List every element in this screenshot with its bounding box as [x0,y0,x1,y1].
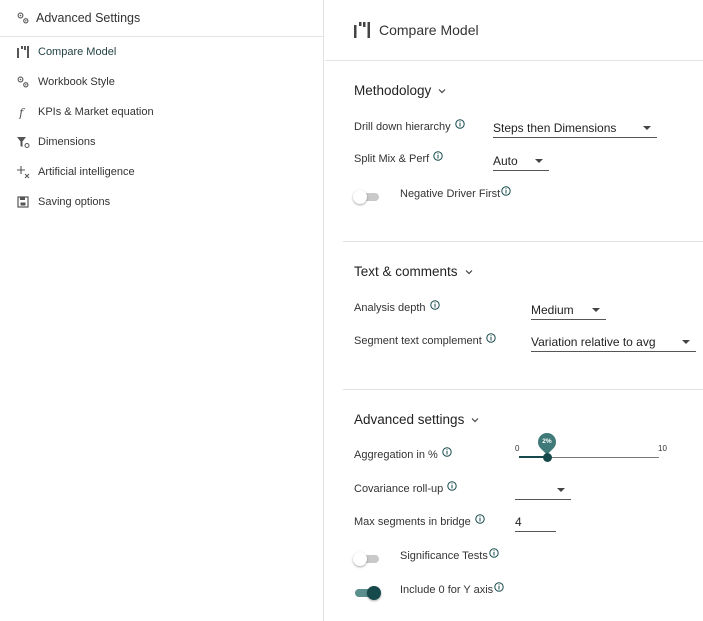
significance-toggle[interactable] [353,551,381,566]
sidebar: Advanced Settings Compare Model Workbook… [0,0,324,621]
sidebar-item-label: Artificial intelligence [38,166,135,178]
significance-label: Significance Tests [400,550,488,562]
main-header: Compare Model [325,0,703,61]
info-icon[interactable] [433,151,443,161]
negative-driver-toggle[interactable] [353,189,381,204]
advanced-section-toggle[interactable]: Advanced settings [354,412,480,427]
info-icon[interactable] [454,119,465,129]
aggregation-label: Aggregation in % [354,449,438,461]
segment-text-label: Segment text complement [354,335,482,347]
dropdown-arrow-icon [682,340,690,344]
analysis-depth-label: Analysis depth [354,302,426,314]
segment-text-row: Segment text complement [354,333,496,347]
split-mix-select[interactable]: Auto [493,152,549,171]
negative-driver-row: Negative Driver First [400,186,511,200]
sidebar-item-workbook-style[interactable]: Workbook Style [0,67,323,97]
info-icon[interactable] [442,447,452,457]
max-segments-label: Max segments in bridge [354,516,471,528]
section-title: Text & comments [354,264,458,279]
sidebar-item-kpis[interactable]: f KPIs & Market equation [0,97,323,127]
sidebar-title: Advanced Settings [36,11,141,25]
slider-thumb[interactable] [542,453,552,462]
analysis-depth-row: Analysis depth [354,300,440,314]
chevron-down-icon [465,269,472,274]
slider-max-label: 10 [658,444,667,453]
compare-model-icon [354,22,370,38]
ai-sparkle-icon [16,165,30,179]
slider-value-label: 2% [542,438,552,445]
section-divider [343,389,703,390]
dropdown-arrow-icon [535,159,543,163]
covariance-select[interactable] [515,481,571,500]
sidebar-item-saving-options[interactable]: Saving options [0,187,323,217]
section-divider [343,241,703,242]
info-icon[interactable] [475,514,485,524]
split-mix-value: Auto [493,154,518,168]
toggle-knob [353,190,367,204]
drill-down-value: Steps then Dimensions [493,121,617,135]
drill-down-label: Drill down hierarchy [354,121,451,133]
info-icon[interactable] [501,186,511,196]
include-zero-row: Include 0 for Y axis [400,582,504,596]
info-icon[interactable] [447,481,457,491]
sidebar-item-label: KPIs & Market equation [38,106,154,118]
segment-text-select[interactable]: Variation relative to avg [531,333,696,352]
dropdown-arrow-icon [557,488,565,492]
function-icon: f [16,105,30,119]
analysis-depth-select[interactable]: Medium [531,301,606,320]
include-zero-label: Include 0 for Y axis [400,584,494,596]
sidebar-header: Advanced Settings [0,0,323,37]
split-mix-label: Split Mix & Perf [354,153,430,165]
sidebar-item-label: Saving options [38,196,111,208]
max-segments-input[interactable]: 4 [515,513,556,532]
section-title: Methodology [354,83,432,98]
dropdown-arrow-icon [592,308,600,312]
info-icon[interactable] [486,333,496,343]
aggregation-row: Aggregation in % [354,447,452,461]
compare-model-icon [16,45,30,59]
chevron-down-icon [438,88,446,93]
filter-settings-icon [16,135,30,149]
sidebar-list: Compare Model Workbook Style f KPIs & Ma… [0,37,323,217]
sidebar-item-compare-model[interactable]: Compare Model [0,37,323,67]
svg-text:f: f [18,106,26,119]
sidebar-item-dimensions[interactable]: Dimensions [0,127,323,157]
sidebar-item-label: Workbook Style [38,76,115,88]
sidebar-item-label: Compare Model [38,46,117,58]
settings-gear-icon [17,12,29,24]
drill-down-row: Drill down hierarchy [354,119,465,133]
dropdown-arrow-icon [643,126,651,130]
split-mix-row: Split Mix & Perf [354,151,443,165]
settings-gear-icon [16,75,30,89]
chevron-down-icon [471,417,479,422]
text-comments-section-toggle[interactable]: Text & comments [354,264,474,279]
info-icon[interactable] [429,300,440,310]
analysis-depth-value: Medium [531,303,574,317]
sidebar-item-label: Dimensions [38,136,96,148]
section-title: Advanced settings [354,412,465,427]
slider-value-bubble: 2% [534,429,560,455]
main-panel: Compare Model Methodology Drill down hie… [325,0,703,621]
drill-down-select[interactable]: Steps then Dimensions [493,119,657,138]
sidebar-item-ai[interactable]: Artificial intelligence [0,157,323,187]
toggle-knob [367,586,381,600]
significance-row: Significance Tests [400,548,499,562]
toggle-knob [353,552,367,566]
info-icon[interactable] [489,548,499,558]
info-icon[interactable] [494,582,504,592]
save-icon [16,195,30,209]
covariance-label: Covariance roll-up [354,483,444,495]
max-segments-value: 4 [515,515,522,529]
page-title: Compare Model [379,22,479,38]
segment-text-value: Variation relative to avg [531,335,656,349]
include-zero-toggle[interactable] [353,585,381,600]
negative-driver-label: Negative Driver First [400,188,501,200]
max-segments-row: Max segments in bridge [354,514,485,528]
slider-min-label: 0 [515,444,520,453]
methodology-section-toggle[interactable]: Methodology [354,83,447,98]
covariance-row: Covariance roll-up [354,481,457,495]
